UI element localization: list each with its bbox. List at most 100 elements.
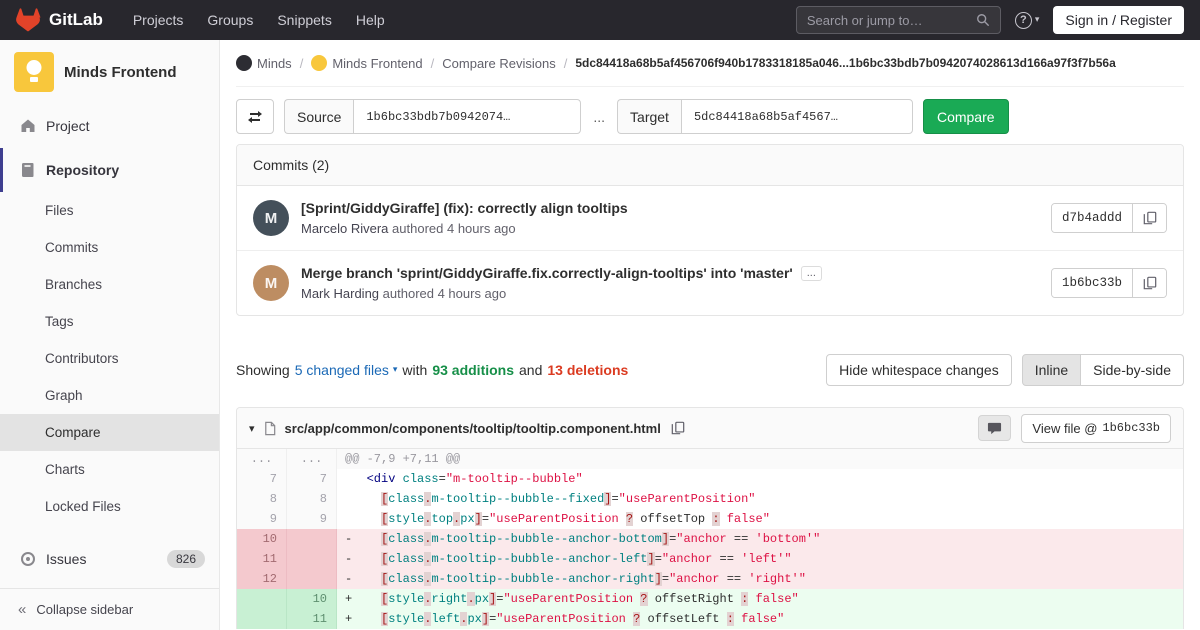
old-line-number[interactable]: 11 xyxy=(237,549,287,569)
commit-author-avatar[interactable]: M xyxy=(253,200,289,236)
view-file-sha: 1b6bc33b xyxy=(1102,421,1160,435)
commits-panel-header: Commits (2) xyxy=(237,145,1183,186)
source-branch-dropdown[interactable]: 1b6bc33bdb7b0942074… xyxy=(353,99,582,134)
new-line-number: ... xyxy=(287,449,337,469)
inline-view-button[interactable]: Inline xyxy=(1021,354,1082,386)
copy-file-path-button[interactable] xyxy=(669,419,687,437)
swap-revisions-button[interactable] xyxy=(236,99,274,134)
sidebar-subitem-charts[interactable]: Charts xyxy=(0,451,219,488)
changed-files-dropdown[interactable]: 5 changed files ▾ xyxy=(295,362,398,378)
sidebar-subitem-files[interactable]: Files xyxy=(0,192,219,229)
commit-meta: Mark Harding authored 4 hours ago xyxy=(301,286,1039,301)
search-box[interactable] xyxy=(795,6,1001,34)
issues-count-badge: 826 xyxy=(166,550,205,568)
with-label: with xyxy=(402,362,428,378)
breadcrumb-avatar xyxy=(236,55,252,71)
sidebar-item-issues[interactable]: Issues 826 xyxy=(0,537,219,581)
breadcrumb-link-minds[interactable]: Minds xyxy=(257,56,292,71)
compare-button[interactable]: Compare xyxy=(922,99,1009,134)
old-line-number[interactable]: 7 xyxy=(237,469,287,489)
breadcrumb: Minds / Minds Frontend / Compare Revisions / 5… xyxy=(236,40,1184,87)
nav-link-help[interactable]: Help xyxy=(356,12,385,28)
commit-author-avatar[interactable]: M xyxy=(253,265,289,301)
sidebar-subitem-graph[interactable]: Graph xyxy=(0,377,219,414)
commit-title-link[interactable]: [Sprint/GiddyGiraffe] (fix): correctly a… xyxy=(301,200,628,216)
sidebar-subitem-tags[interactable]: Tags xyxy=(0,303,219,340)
sidebar: Minds Frontend Project Repository Files C… xyxy=(0,40,220,630)
source-group: Source 1b6bc33bdb7b0942074… xyxy=(284,99,582,134)
new-line-number[interactable] xyxy=(287,549,337,569)
diff-line-del: 12 - [class.m-tooltip--bubble--anchor-rig… xyxy=(237,569,1183,589)
sidebar-item-label: Project xyxy=(46,118,90,134)
breadcrumb-avatar xyxy=(311,55,328,71)
diff-line-del: 11 - [class.m-tooltip--bubble--anchor-lef… xyxy=(237,549,1183,569)
sidebar-subitem-locked-files[interactable]: Locked Files xyxy=(0,488,219,525)
clipboard-icon xyxy=(671,421,685,435)
top-navbar: GitLab Projects Groups Snippets Help ? ▾ Si… xyxy=(0,0,1200,40)
old-line-number[interactable] xyxy=(237,609,287,629)
commit-info: [Sprint/GiddyGiraffe] (fix): correctly a… xyxy=(301,200,1039,236)
view-file-button[interactable]: View file @ 1b6bc33b xyxy=(1021,413,1171,443)
source-branch-value: 1b6bc33bdb7b0942074… xyxy=(366,109,511,124)
diff-line-context: 77 <div class="m-tooltip--bubble" xyxy=(237,469,1183,489)
new-line-number[interactable] xyxy=(287,569,337,589)
copy-sha-button[interactable] xyxy=(1132,269,1166,297)
side-by-side-view-button[interactable]: Side-by-side xyxy=(1081,354,1184,386)
nav-link-snippets[interactable]: Snippets xyxy=(277,12,331,28)
diff-stats: Showing 5 changed files ▾ with 93 additi… xyxy=(236,362,628,378)
new-line-number[interactable]: 8 xyxy=(287,489,337,509)
sidebar-subitem-compare[interactable]: Compare xyxy=(0,414,219,451)
sidebar-nav: Project Repository Files Commits Branches T… xyxy=(0,104,219,581)
diff-code: @@ -7,9 +7,11 @@ xyxy=(337,449,1183,469)
navbar-right: ? ▾ Sign in / Register xyxy=(795,6,1184,34)
nav-link-projects[interactable]: Projects xyxy=(133,12,184,28)
breadcrumb-link-compare-revisions[interactable]: Compare Revisions xyxy=(442,56,555,71)
file-path[interactable]: src/app/common/components/tooltip/toolti… xyxy=(285,421,661,436)
old-line-number[interactable]: 10 xyxy=(237,529,287,549)
swap-icon xyxy=(247,109,263,125)
old-line-number[interactable] xyxy=(237,589,287,609)
copy-sha-button[interactable] xyxy=(1132,204,1166,232)
commit-description-expander[interactable]: ... xyxy=(800,265,822,281)
commit-row: M [Sprint/GiddyGiraffe] (fix): correctly… xyxy=(237,186,1183,250)
new-line-number[interactable] xyxy=(287,529,337,549)
sidebar-item-project[interactable]: Project xyxy=(0,104,219,148)
old-line-number[interactable]: 12 xyxy=(237,569,287,589)
hide-whitespace-button[interactable]: Hide whitespace changes xyxy=(826,354,1012,386)
gitlab-home-link[interactable]: GitLab xyxy=(16,8,103,32)
search-input[interactable] xyxy=(806,12,976,28)
help-menu-button[interactable]: ? ▾ xyxy=(1014,11,1039,29)
diff-view-controls: Hide whitespace changes Inline Side-by-s… xyxy=(826,354,1184,386)
old-line-number[interactable]: 9 xyxy=(237,509,287,529)
diff-code: + [style.left.px]="useParentPosition ? o… xyxy=(337,609,1183,629)
old-line-number[interactable]: 8 xyxy=(237,489,287,509)
lightbulb-base xyxy=(30,77,38,82)
diff-code: - [class.m-tooltip--bubble--anchor-botto… xyxy=(337,529,1183,549)
new-line-number[interactable]: 7 xyxy=(287,469,337,489)
sidebar-subitem-contributors[interactable]: Contributors xyxy=(0,340,219,377)
nav-link-groups[interactable]: Groups xyxy=(207,12,253,28)
target-branch-dropdown[interactable]: 5dc84418a68b5af4567… xyxy=(680,99,913,134)
commit-sha-button[interactable]: 1b6bc33b xyxy=(1051,269,1132,297)
sidebar-item-label: Issues xyxy=(46,551,87,567)
project-name[interactable]: Minds Frontend xyxy=(64,64,177,81)
project-avatar[interactable] xyxy=(14,52,54,92)
new-line-number[interactable]: 11 xyxy=(287,609,337,629)
sign-in-button[interactable]: Sign in / Register xyxy=(1053,6,1184,34)
collapse-file-caret-icon[interactable]: ▾ xyxy=(249,422,255,435)
collapse-sidebar-button[interactable]: « Collapse sidebar xyxy=(0,588,219,630)
new-line-number[interactable]: 10 xyxy=(287,589,337,609)
sidebar-subitem-branches[interactable]: Branches xyxy=(0,266,219,303)
clipboard-icon xyxy=(1143,211,1157,225)
commit-sha-button[interactable]: d7b4addd xyxy=(1051,204,1132,232)
new-line-number[interactable]: 9 xyxy=(287,509,337,529)
commit-author-link[interactable]: Mark Harding xyxy=(301,286,379,301)
breadcrumb-link-minds-frontend[interactable]: Minds Frontend xyxy=(332,56,422,71)
sidebar-subitem-commits[interactable]: Commits xyxy=(0,229,219,266)
showing-label: Showing xyxy=(236,362,290,378)
commit-title-link[interactable]: Merge branch 'sprint/GiddyGiraffe.fix.co… xyxy=(301,265,793,281)
sidebar-item-repository[interactable]: Repository xyxy=(0,148,219,192)
breadcrumb-item: Minds xyxy=(236,55,292,71)
toggle-comments-button[interactable] xyxy=(978,415,1012,441)
commit-author-link[interactable]: Marcelo Rivera xyxy=(301,221,388,236)
